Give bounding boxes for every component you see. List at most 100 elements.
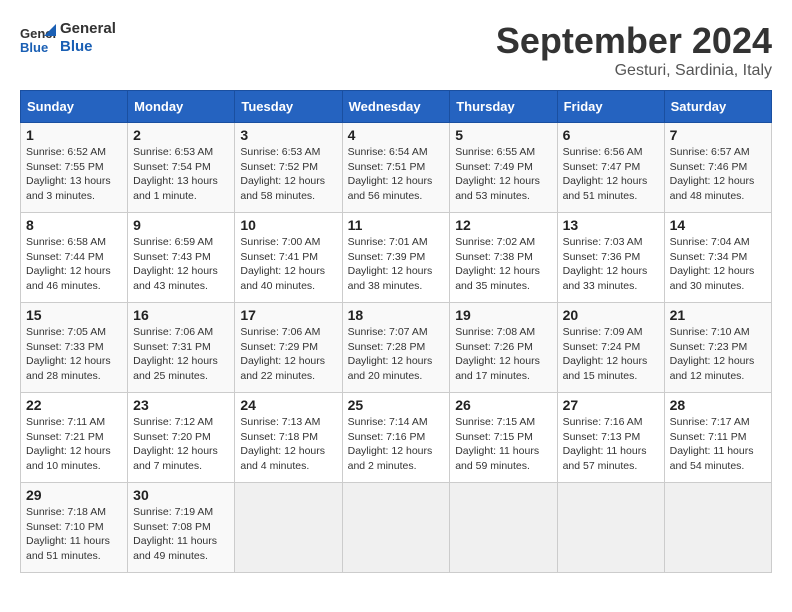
day-number: 17 [240, 307, 336, 323]
day-info: Sunrise: 6:58 AM Sunset: 7:44 PM Dayligh… [26, 235, 122, 294]
day-info: Sunrise: 7:15 AM Sunset: 7:15 PM Dayligh… [455, 415, 551, 474]
title-block: September 2024 Gesturi, Sardinia, Italy [496, 20, 772, 80]
day-cell: 9 Sunrise: 6:59 AM Sunset: 7:43 PM Daylig… [128, 213, 235, 303]
week-row-1: 1 Sunrise: 6:52 AM Sunset: 7:55 PM Daylig… [21, 123, 772, 213]
day-info: Sunrise: 7:13 AM Sunset: 7:18 PM Dayligh… [240, 415, 336, 474]
day-info: Sunrise: 6:53 AM Sunset: 7:52 PM Dayligh… [240, 145, 336, 204]
day-info: Sunrise: 7:05 AM Sunset: 7:33 PM Dayligh… [26, 325, 122, 384]
day-cell: 16Sunrise: 7:06 AM Sunset: 7:31 PM Dayli… [128, 303, 235, 393]
day-number: 23 [133, 397, 229, 413]
day-number: 19 [455, 307, 551, 323]
day-cell: 28 Sunrise: 7:17 AM Sunset: 7:11 PM Dayli… [664, 393, 771, 483]
month-title: September 2024 [496, 20, 772, 62]
day-cell: 19 Sunrise: 7:08 AM Sunset: 7:26 PM Dayli… [450, 303, 557, 393]
day-number: 22 [26, 397, 122, 413]
day-number: 4 [348, 127, 445, 143]
day-number: 3 [240, 127, 336, 143]
day-cell: 6Sunrise: 6:56 AM Sunset: 7:47 PM Daylig… [557, 123, 664, 213]
day-cell: 11 Sunrise: 7:01 AM Sunset: 7:39 PM Dayli… [342, 213, 450, 303]
day-number: 26 [455, 397, 551, 413]
week-row-5: 29Sunrise: 7:18 AM Sunset: 7:10 PM Dayli… [21, 483, 772, 573]
day-info: Sunrise: 7:09 AM Sunset: 7:24 PM Dayligh… [563, 325, 659, 384]
day-info: Sunrise: 6:59 AM Sunset: 7:43 PM Dayligh… [133, 235, 229, 294]
day-info: Sunrise: 7:17 AM Sunset: 7:11 PM Dayligh… [670, 415, 766, 474]
col-header-saturday: Saturday [664, 91, 771, 123]
col-header-sunday: Sunday [21, 91, 128, 123]
svg-text:Blue: Blue [20, 40, 48, 55]
day-cell [235, 483, 342, 573]
day-cell: 8 Sunrise: 6:58 AM Sunset: 7:44 PM Daylig… [21, 213, 128, 303]
day-number: 5 [455, 127, 551, 143]
day-cell: 2Sunrise: 6:53 AM Sunset: 7:54 PM Daylig… [128, 123, 235, 213]
day-cell: 30Sunrise: 7:19 AM Sunset: 7:08 PM Dayli… [128, 483, 235, 573]
day-info: Sunrise: 6:54 AM Sunset: 7:51 PM Dayligh… [348, 145, 445, 204]
day-number: 30 [133, 487, 229, 503]
day-number: 10 [240, 217, 336, 233]
day-info: Sunrise: 6:53 AM Sunset: 7:54 PM Dayligh… [133, 145, 229, 204]
day-number: 20 [563, 307, 659, 323]
day-cell: 26 Sunrise: 7:15 AM Sunset: 7:15 PM Dayli… [450, 393, 557, 483]
day-info: Sunrise: 6:52 AM Sunset: 7:55 PM Dayligh… [26, 145, 122, 204]
day-number: 14 [670, 217, 766, 233]
col-header-tuesday: Tuesday [235, 91, 342, 123]
day-cell: 24 Sunrise: 7:13 AM Sunset: 7:18 PM Dayli… [235, 393, 342, 483]
day-number: 13 [563, 217, 659, 233]
day-cell: 4 Sunrise: 6:54 AM Sunset: 7:51 PM Daylig… [342, 123, 450, 213]
day-cell: 27 Sunrise: 7:16 AM Sunset: 7:13 PM Dayli… [557, 393, 664, 483]
day-cell: 21Sunrise: 7:10 AM Sunset: 7:23 PM Dayli… [664, 303, 771, 393]
day-cell: 17 Sunrise: 7:06 AM Sunset: 7:29 PM Dayli… [235, 303, 342, 393]
location: Gesturi, Sardinia, Italy [496, 62, 772, 80]
day-cell [450, 483, 557, 573]
day-number: 11 [348, 217, 445, 233]
day-info: Sunrise: 7:07 AM Sunset: 7:28 PM Dayligh… [348, 325, 445, 384]
day-number: 7 [670, 127, 766, 143]
day-number: 28 [670, 397, 766, 413]
col-header-friday: Friday [557, 91, 664, 123]
day-cell: 22 Sunrise: 7:11 AM Sunset: 7:21 PM Dayli… [21, 393, 128, 483]
day-cell: 15 Sunrise: 7:05 AM Sunset: 7:33 PM Dayli… [21, 303, 128, 393]
day-number: 15 [26, 307, 122, 323]
day-number: 25 [348, 397, 445, 413]
week-row-4: 22 Sunrise: 7:11 AM Sunset: 7:21 PM Dayli… [21, 393, 772, 483]
page-header: General Blue General Blue September 2024… [20, 20, 772, 80]
day-cell: 13Sunrise: 7:03 AM Sunset: 7:36 PM Dayli… [557, 213, 664, 303]
day-number: 16 [133, 307, 229, 323]
day-info: Sunrise: 7:00 AM Sunset: 7:41 PM Dayligh… [240, 235, 336, 294]
day-cell: 20 Sunrise: 7:09 AM Sunset: 7:24 PM Dayli… [557, 303, 664, 393]
day-cell: 14 Sunrise: 7:04 AM Sunset: 7:34 PM Dayli… [664, 213, 771, 303]
col-header-monday: Monday [128, 91, 235, 123]
day-cell [557, 483, 664, 573]
day-cell: 12 Sunrise: 7:02 AM Sunset: 7:38 PM Dayli… [450, 213, 557, 303]
day-info: Sunrise: 7:01 AM Sunset: 7:39 PM Dayligh… [348, 235, 445, 294]
calendar-table: SundayMondayTuesdayWednesdayThursdayFrid… [20, 90, 772, 573]
day-info: Sunrise: 7:04 AM Sunset: 7:34 PM Dayligh… [670, 235, 766, 294]
day-cell: 23 Sunrise: 7:12 AM Sunset: 7:20 PM Dayli… [128, 393, 235, 483]
day-cell: 10 Sunrise: 7:00 AM Sunset: 7:41 PM Dayli… [235, 213, 342, 303]
day-info: Sunrise: 6:57 AM Sunset: 7:46 PM Dayligh… [670, 145, 766, 204]
logo-line1: General [60, 20, 116, 38]
day-number: 12 [455, 217, 551, 233]
day-info: Sunrise: 7:10 AM Sunset: 7:23 PM Dayligh… [670, 325, 766, 384]
calendar-header: SundayMondayTuesdayWednesdayThursdayFrid… [21, 91, 772, 123]
day-info: Sunrise: 6:56 AM Sunset: 7:47 PM Dayligh… [563, 145, 659, 204]
day-number: 1 [26, 127, 122, 143]
day-info: Sunrise: 7:16 AM Sunset: 7:13 PM Dayligh… [563, 415, 659, 474]
day-number: 9 [133, 217, 229, 233]
day-cell: 29Sunrise: 7:18 AM Sunset: 7:10 PM Dayli… [21, 483, 128, 573]
day-cell: 18 Sunrise: 7:07 AM Sunset: 7:28 PM Dayli… [342, 303, 450, 393]
day-cell: 7 Sunrise: 6:57 AM Sunset: 7:46 PM Daylig… [664, 123, 771, 213]
day-number: 18 [348, 307, 445, 323]
day-info: Sunrise: 7:18 AM Sunset: 7:10 PM Dayligh… [26, 505, 122, 564]
day-info: Sunrise: 7:11 AM Sunset: 7:21 PM Dayligh… [26, 415, 122, 474]
day-number: 24 [240, 397, 336, 413]
day-number: 27 [563, 397, 659, 413]
col-header-wednesday: Wednesday [342, 91, 450, 123]
day-number: 8 [26, 217, 122, 233]
day-cell [664, 483, 771, 573]
day-info: Sunrise: 7:02 AM Sunset: 7:38 PM Dayligh… [455, 235, 551, 294]
day-info: Sunrise: 7:06 AM Sunset: 7:29 PM Dayligh… [240, 325, 336, 384]
day-info: Sunrise: 7:08 AM Sunset: 7:26 PM Dayligh… [455, 325, 551, 384]
day-cell: 1 Sunrise: 6:52 AM Sunset: 7:55 PM Daylig… [21, 123, 128, 213]
day-info: Sunrise: 7:12 AM Sunset: 7:20 PM Dayligh… [133, 415, 229, 474]
logo-line2: Blue [60, 38, 116, 56]
